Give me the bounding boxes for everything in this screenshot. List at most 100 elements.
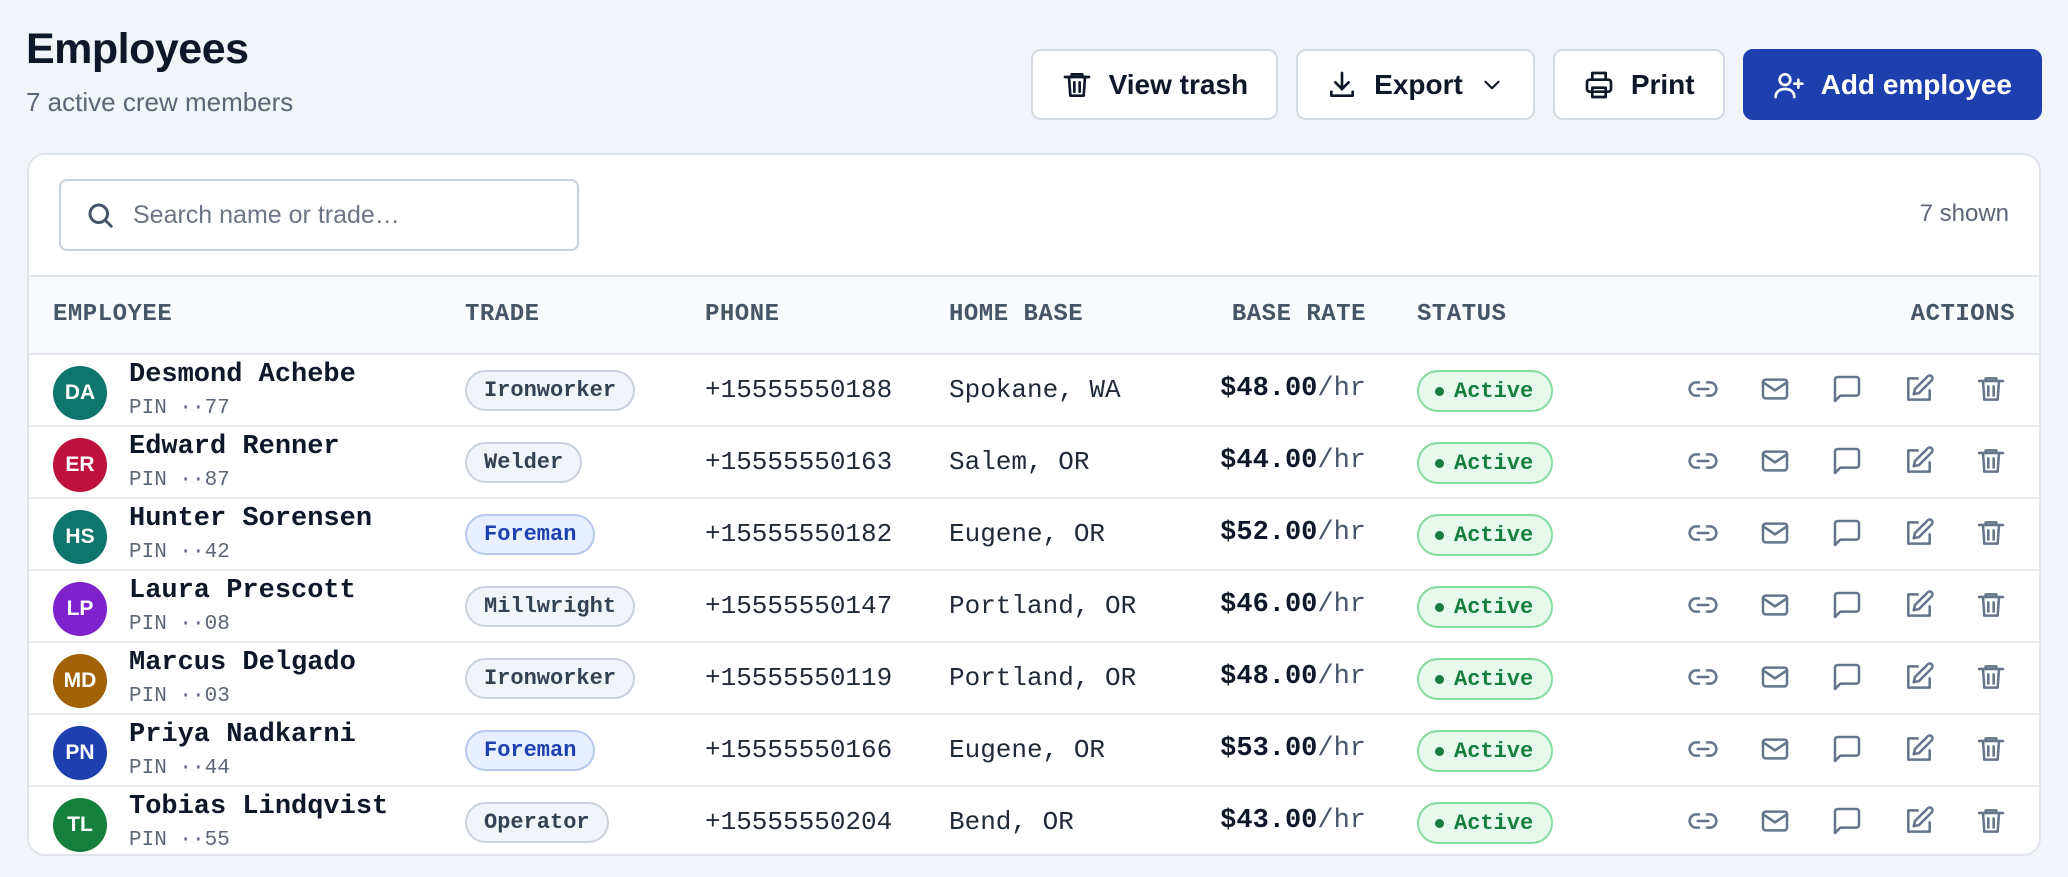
rate-unit: /hr — [1317, 590, 1366, 620]
column-header-actions: ACTIONS — [1910, 301, 2015, 328]
table-row[interactable]: TL Tobias Lindqvist PIN ··55 Operator +1… — [29, 787, 2039, 854]
link-icon[interactable] — [1687, 661, 1719, 693]
trash-icon[interactable] — [1975, 589, 2007, 621]
mail-icon[interactable] — [1759, 589, 1791, 621]
link-icon[interactable] — [1687, 445, 1719, 477]
status-badge: Active — [1417, 802, 1554, 844]
column-header-employee[interactable]: EMPLOYEE — [53, 301, 172, 328]
status-label: Active — [1454, 522, 1534, 548]
edit-icon[interactable] — [1903, 805, 1935, 837]
rate-unit: /hr — [1317, 518, 1366, 548]
message-icon[interactable] — [1831, 661, 1863, 693]
mail-icon[interactable] — [1759, 805, 1791, 837]
employee-name[interactable]: Laura Prescott — [129, 576, 356, 606]
trash-icon[interactable] — [1975, 373, 2007, 405]
status-label: Active — [1454, 810, 1534, 836]
status-label: Active — [1454, 738, 1534, 764]
avatar: ER — [53, 438, 107, 492]
row-actions — [1687, 373, 2007, 405]
home-base-cell: Bend, OR — [949, 807, 1074, 837]
edit-icon[interactable] — [1903, 661, 1935, 693]
avatar: TL — [53, 798, 107, 852]
page-header: Employees 7 active crew members — [26, 22, 293, 118]
message-icon[interactable] — [1831, 733, 1863, 765]
search-input[interactable] — [133, 200, 553, 230]
link-icon[interactable] — [1687, 805, 1719, 837]
link-icon[interactable] — [1687, 589, 1719, 621]
mail-icon[interactable] — [1759, 661, 1791, 693]
trash-icon[interactable] — [1975, 445, 2007, 477]
rate-unit: /hr — [1317, 662, 1366, 692]
page-subtitle: 7 active crew members — [26, 87, 294, 117]
edit-icon[interactable] — [1903, 733, 1935, 765]
column-header-status[interactable]: STATUS — [1417, 301, 1506, 328]
mail-icon[interactable] — [1759, 733, 1791, 765]
add-employee-button[interactable]: Add employee — [1742, 49, 2042, 120]
message-icon[interactable] — [1831, 517, 1863, 549]
search-icon — [88, 203, 113, 228]
rate-value: $46.00 — [1220, 590, 1318, 620]
rate-unit: /hr — [1317, 374, 1366, 404]
column-header-phone[interactable]: PHONE — [705, 301, 780, 328]
edit-icon[interactable] — [1903, 517, 1935, 549]
trade-badge: Ironworker — [465, 370, 636, 411]
home-base-cell: Portland, OR — [949, 663, 1137, 693]
message-icon[interactable] — [1831, 445, 1863, 477]
link-icon[interactable] — [1687, 517, 1719, 549]
row-actions — [1687, 517, 2007, 549]
table-row[interactable]: LP Laura Prescott PIN ··08 Millwright +1… — [29, 571, 2039, 643]
table-row[interactable]: DA Desmond Achebe PIN ··77 Ironworker +1… — [29, 355, 2039, 427]
trash-icon[interactable] — [1975, 733, 2007, 765]
employees-card: 7 shown EMPLOYEE TRADE PHONE HOME BASE B… — [27, 153, 2041, 856]
employee-name[interactable]: Edward Renner — [129, 432, 340, 462]
table-header: EMPLOYEE TRADE PHONE HOME BASE BASE RATE… — [29, 277, 2039, 355]
employee-name[interactable]: Priya Nadkarni — [129, 720, 356, 750]
link-icon[interactable] — [1687, 733, 1719, 765]
edit-icon[interactable] — [1903, 373, 1935, 405]
view-trash-button[interactable]: View trash — [1030, 49, 1279, 120]
trash-icon[interactable] — [1975, 805, 2007, 837]
table-row[interactable]: PN Priya Nadkarni PIN ··44 Foreman +1555… — [29, 715, 2039, 787]
phone-cell: +15555550204 — [705, 807, 893, 837]
search-box[interactable] — [59, 179, 579, 251]
column-header-base-rate[interactable]: BASE RATE — [1232, 301, 1366, 328]
table-row[interactable]: HS Hunter Sorensen PIN ··42 Foreman +155… — [29, 499, 2039, 571]
print-button[interactable]: Print — [1552, 49, 1725, 120]
export-button[interactable]: Export — [1296, 49, 1535, 120]
employee-name[interactable]: Desmond Achebe — [129, 360, 356, 390]
column-header-home-base[interactable]: HOME BASE — [949, 301, 1083, 328]
phone-cell: +15555550182 — [705, 519, 893, 549]
status-dot-icon — [1435, 674, 1444, 684]
print-label: Print — [1630, 68, 1695, 100]
edit-icon[interactable] — [1903, 589, 1935, 621]
row-actions — [1687, 445, 2007, 477]
message-icon[interactable] — [1831, 589, 1863, 621]
message-icon[interactable] — [1831, 805, 1863, 837]
phone-cell: +15555550166 — [705, 735, 893, 765]
page-actions: View trash Export Print Add employee — [1030, 49, 2042, 120]
trash-icon[interactable] — [1975, 661, 2007, 693]
mail-icon[interactable] — [1759, 373, 1791, 405]
link-icon[interactable] — [1687, 373, 1719, 405]
trash-icon[interactable] — [1975, 517, 2007, 549]
table-toolbar: 7 shown — [29, 155, 2039, 277]
column-header-trade[interactable]: TRADE — [465, 301, 540, 328]
rate-unit: /hr — [1317, 806, 1366, 836]
mail-icon[interactable] — [1759, 517, 1791, 549]
employee-pin: PIN ··77 — [129, 397, 230, 420]
message-icon[interactable] — [1831, 373, 1863, 405]
employee-name[interactable]: Tobias Lindqvist — [129, 792, 388, 822]
rate-value: $52.00 — [1220, 518, 1318, 548]
employee-pin: PIN ··55 — [129, 829, 230, 852]
table-row[interactable]: ER Edward Renner PIN ··87 Welder +155555… — [29, 427, 2039, 499]
edit-icon[interactable] — [1903, 445, 1935, 477]
employee-pin: PIN ··42 — [129, 541, 230, 564]
employee-name[interactable]: Hunter Sorensen — [129, 504, 372, 534]
home-base-cell: Spokane, WA — [949, 375, 1121, 405]
table-row[interactable]: MD Marcus Delgado PIN ··03 Ironworker +1… — [29, 643, 2039, 715]
employee-name[interactable]: Marcus Delgado — [129, 648, 356, 678]
mail-icon[interactable] — [1759, 445, 1791, 477]
printer-icon — [1585, 71, 1613, 98]
rate-value: $48.00 — [1220, 374, 1318, 404]
phone-cell: +15555550119 — [705, 663, 893, 693]
